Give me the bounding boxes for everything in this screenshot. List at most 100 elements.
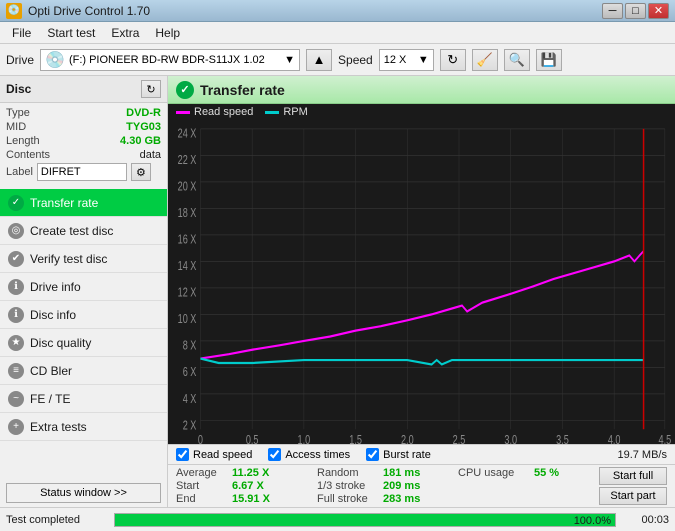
disc-label-label: Label <box>6 166 33 178</box>
maximize-button[interactable]: □ <box>625 3 646 19</box>
nav-verify-test-disc-label: Verify test disc <box>30 252 107 266</box>
start-full-button[interactable]: Start full <box>599 467 667 485</box>
drive-select[interactable]: 💿 (F:) PIONEER BD-RW BDR-S11JX 1.02 ▼ <box>40 49 300 71</box>
svg-text:0: 0 <box>198 434 203 444</box>
average-stat: Average 11.25 X <box>176 467 317 479</box>
extra-tests-icon: + <box>8 419 24 435</box>
nav-cd-bler-label: CD Bler <box>30 364 72 378</box>
end-value: 15.91 X <box>232 493 277 505</box>
start-part-button[interactable]: Start part <box>599 487 667 505</box>
main-content: ✓ Transfer rate Read speed RPM 2 X <box>168 76 675 507</box>
stats-area: Average 11.25 X Start 6.67 X End 15.91 X… <box>168 465 675 507</box>
nav-verify-test-disc[interactable]: ✔ Verify test disc <box>0 245 167 273</box>
save-button[interactable]: 💾 <box>536 49 562 71</box>
svg-text:24 X: 24 X <box>178 127 197 141</box>
end-label: End <box>176 493 226 505</box>
svg-text:10 X: 10 X <box>178 313 197 327</box>
drive-eject-button[interactable]: ▲ <box>306 49 332 71</box>
speed-refresh-button[interactable]: ↻ <box>440 49 466 71</box>
svg-text:18 X: 18 X <box>178 207 197 221</box>
nav-extra-tests-label: Extra tests <box>30 420 87 434</box>
disc-mid-label: MID <box>6 121 26 133</box>
nav-transfer-rate[interactable]: ✓ Transfer rate <box>0 189 167 217</box>
menu-bar: File Start test Extra Help <box>0 22 675 44</box>
average-value: 11.25 X <box>232 467 277 479</box>
nav-disc-info-label: Disc info <box>30 308 76 322</box>
transfer-rate-header: ✓ Transfer rate <box>168 76 675 104</box>
erase-button[interactable]: 🧹 <box>472 49 498 71</box>
svg-text:1.5: 1.5 <box>349 434 362 444</box>
disc-contents-value: data <box>140 149 161 161</box>
stroke13-label: 1/3 stroke <box>317 480 377 492</box>
svg-text:12 X: 12 X <box>178 286 197 300</box>
status-text: Test completed <box>6 514 106 526</box>
svg-text:2.5: 2.5 <box>453 434 466 444</box>
nav-drive-info-label: Drive info <box>30 280 81 294</box>
disc-label-row: Label ⚙ <box>6 163 161 181</box>
disc-length-label: Length <box>6 135 40 147</box>
label-settings-button[interactable]: ⚙ <box>131 163 151 181</box>
menu-extra[interactable]: Extra <box>103 24 147 42</box>
legend-read-speed: Read speed <box>176 106 253 118</box>
timer: 00:03 <box>624 514 669 526</box>
disc-mid-value: TYG03 <box>126 121 161 133</box>
disc-type-label: Type <box>6 107 30 119</box>
nav-create-test-disc-label: Create test disc <box>30 224 113 238</box>
menu-help[interactable]: Help <box>147 24 188 42</box>
speed-select[interactable]: 12 X ▼ <box>379 49 434 71</box>
action-buttons: Start full Start part <box>599 467 667 505</box>
status-bar: Test completed 100.0% 00:03 <box>0 507 675 531</box>
full-stroke-label: Full stroke <box>317 493 377 505</box>
svg-text:8 X: 8 X <box>183 339 197 353</box>
nav-extra-tests[interactable]: + Extra tests <box>0 413 167 441</box>
disc-refresh-button[interactable]: ↻ <box>141 80 161 98</box>
disc-type-row: Type DVD-R <box>6 107 161 119</box>
svg-text:3.0: 3.0 <box>504 434 517 444</box>
access-times-checkbox-label: Access times <box>285 449 350 461</box>
speed-label: Speed <box>338 53 373 67</box>
progress-bar-container: 100.0% <box>114 513 616 527</box>
burst-rate-checkbox-item: Burst rate <box>366 448 431 461</box>
random-stat: Random 181 ms <box>317 467 458 479</box>
svg-text:0.5: 0.5 <box>246 434 259 444</box>
full-stroke-stat: Full stroke 283 ms <box>317 493 458 505</box>
burst-rate-value: 19.7 MB/s <box>617 449 667 461</box>
nav-disc-quality[interactable]: ★ Disc quality <box>0 329 167 357</box>
sidebar: Disc ↻ Type DVD-R MID TYG03 Length 4.30 … <box>0 76 168 507</box>
chart-legend: Read speed RPM <box>168 104 675 120</box>
verify-test-disc-icon: ✔ <box>8 251 24 267</box>
status-window-button[interactable]: Status window >> <box>6 483 161 503</box>
read-speed-checkbox-label: Read speed <box>193 449 252 461</box>
read-speed-checkbox[interactable] <box>176 448 189 461</box>
menu-start-test[interactable]: Start test <box>39 24 103 42</box>
nav-create-test-disc[interactable]: ◎ Create test disc <box>0 217 167 245</box>
read-speed-checkbox-item: Read speed <box>176 448 252 461</box>
svg-text:1.0: 1.0 <box>298 434 311 444</box>
create-test-disc-icon: ◎ <box>8 223 24 239</box>
burst-rate-checkbox[interactable] <box>366 448 379 461</box>
average-label: Average <box>176 467 226 479</box>
access-times-checkbox[interactable] <box>268 448 281 461</box>
close-button[interactable]: ✕ <box>648 3 669 19</box>
nav-fe-te[interactable]: ~ FE / TE <box>0 385 167 413</box>
nav-fe-te-label: FE / TE <box>30 392 70 406</box>
disc-header: Disc ↻ <box>0 76 167 103</box>
transfer-rate-header-icon: ✓ <box>176 81 194 99</box>
stroke13-value: 209 ms <box>383 480 423 492</box>
disc-label-input[interactable] <box>37 163 127 181</box>
read-speed-color <box>176 111 190 114</box>
checkboxes-row: Read speed Access times Burst rate 19.7 … <box>168 444 675 465</box>
start-label: Start <box>176 480 226 492</box>
nav-disc-info[interactable]: ℹ Disc info <box>0 301 167 329</box>
disc-contents-row: Contents data <box>6 149 161 161</box>
info-button[interactable]: 🔍 <box>504 49 530 71</box>
nav-drive-info[interactable]: ℹ Drive info <box>0 273 167 301</box>
transfer-rate-title: Transfer rate <box>200 82 285 98</box>
nav-cd-bler[interactable]: ≡ CD Bler <box>0 357 167 385</box>
minimize-button[interactable]: ─ <box>602 3 623 19</box>
menu-file[interactable]: File <box>4 24 39 42</box>
random-label: Random <box>317 467 377 479</box>
burst-rate-checkbox-label: Burst rate <box>383 449 431 461</box>
window-title: Opti Drive Control 1.70 <box>28 4 150 18</box>
disc-length-value: 4.30 GB <box>120 135 161 147</box>
